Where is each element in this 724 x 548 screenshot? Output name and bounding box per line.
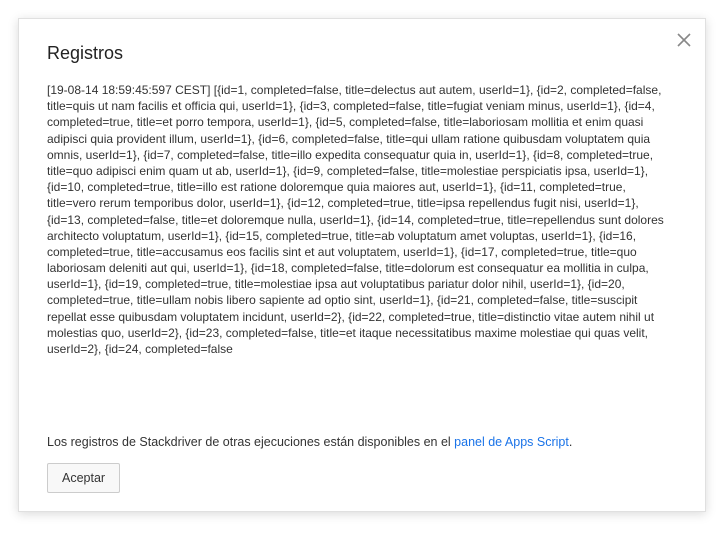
accept-button[interactable]: Aceptar <box>47 463 120 493</box>
apps-script-panel-link[interactable]: panel de Apps Script <box>454 435 569 449</box>
close-icon[interactable] <box>677 33 691 47</box>
footer-note: Los registros de Stackdriver de otras ej… <box>47 435 677 449</box>
footer-suffix: . <box>569 435 572 449</box>
dialog-title: Registros <box>47 43 677 64</box>
log-output[interactable]: [19-08-14 18:59:45:597 CEST] [{id=1, com… <box>47 82 677 421</box>
footer-text: Los registros de Stackdriver de otras ej… <box>47 435 454 449</box>
log-dialog: Registros [19-08-14 18:59:45:597 CEST] [… <box>18 18 706 512</box>
